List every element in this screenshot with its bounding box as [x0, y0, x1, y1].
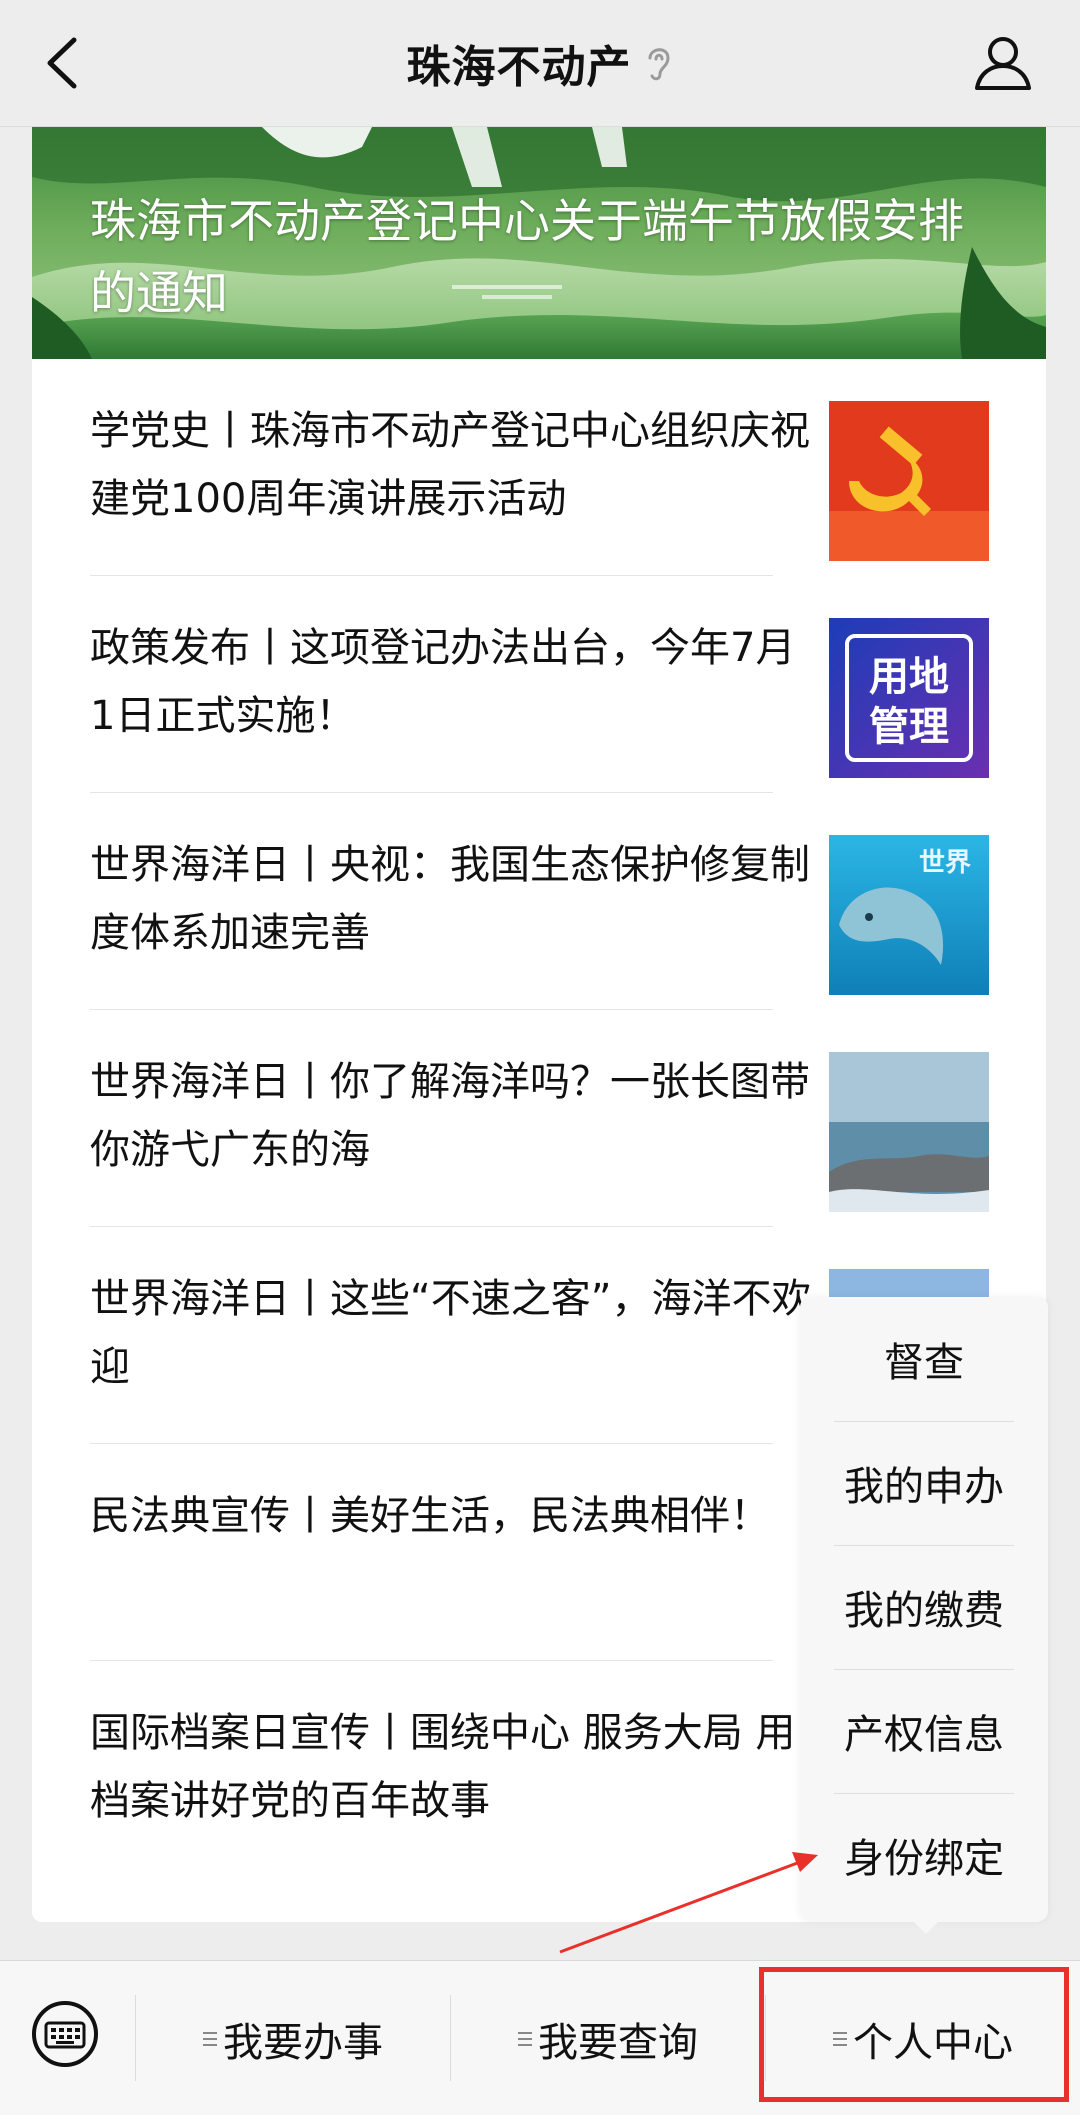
submenu-indicator-icon [833, 2028, 847, 2050]
land-management-thumb: 用地 管理 [829, 618, 989, 778]
list-item[interactable]: 学党史丨珠海市不动产登记中心组织庆祝建党100周年演讲展示活动 [32, 359, 1046, 576]
article-title: 学党史丨珠海市不动产登记中心组织庆祝建党100周年演讲展示活动 [90, 408, 810, 522]
banner-article[interactable]: 珠海市不动产登记中心关于端午节放假安排的通知 [32, 127, 1046, 359]
ear-icon [648, 48, 670, 81]
list-item[interactable]: 政策发布丨这项登记办法出台，今年7月1日正式实施！ 用地 管理 [32, 576, 1046, 793]
thumb-text: 世界 [919, 848, 971, 878]
nav-title-group: 珠海不动产 [0, 30, 1080, 96]
thumb-text-line1: 用地 [869, 654, 949, 700]
article-title: 政策发布丨这项登记办法出台，今年7月1日正式实施！ [90, 625, 796, 739]
dolphin-thumb: 世界 [829, 835, 989, 995]
article-title: 世界海洋日丨央视：我国生态保护修复制度体系加速完善 [90, 842, 810, 956]
list-item[interactable]: 世界海洋日丨你了解海洋吗？一张长图带你游弋广东的海 [32, 1010, 1046, 1227]
popup-caret [912, 1920, 940, 1934]
menu-button-label: 个人中心 [853, 2019, 1013, 2066]
bottom-menu-bar: 我要办事 我要查询 个人中心 [0, 1960, 1080, 2115]
menu-button-label: 我要办事 [223, 2019, 383, 2066]
keyboard-icon[interactable] [30, 1999, 100, 2069]
article-title: 民法典宣传丨美好生活，民法典相伴！ [90, 1493, 770, 1539]
top-nav-bar: 珠海不动产 [0, 0, 1080, 127]
user-profile-icon[interactable] [972, 32, 1034, 94]
coast-thumb [829, 1052, 989, 1212]
menu-item-supervision[interactable]: 督查 [834, 1297, 1014, 1421]
article-title: 国际档案日宣传丨围绕中心 服务大局 用档案讲好党的百年故事 [90, 1710, 796, 1824]
menu-button-personal-center[interactable]: 个人中心 [766, 1961, 1080, 2115]
article-title: 世界海洋日丨你了解海洋吗？一张长图带你游弋广东的海 [90, 1059, 810, 1173]
menu-item-property-info[interactable]: 产权信息 [834, 1669, 1014, 1793]
thumb-text-line2: 管理 [869, 704, 949, 750]
menu-button-label: 我要查询 [538, 2019, 698, 2066]
menu-button-services[interactable]: 我要办事 [136, 1961, 450, 2115]
submenu-indicator-icon [203, 2028, 217, 2050]
personal-center-popup-menu: 督查 我的申办 我的缴费 产权信息 身份绑定 [800, 1297, 1048, 1921]
party-emblem-thumb [829, 401, 989, 561]
submenu-indicator-icon [518, 2028, 532, 2050]
banner-title: 珠海市不动产登记中心关于端午节放假安排的通知 [90, 194, 964, 320]
page-title: 珠海不动产 [406, 42, 632, 93]
list-item[interactable]: 世界海洋日丨央视：我国生态保护修复制度体系加速完善 世界 [32, 793, 1046, 1010]
menu-item-my-payments[interactable]: 我的缴费 [834, 1545, 1014, 1669]
menu-item-my-applications[interactable]: 我的申办 [834, 1421, 1014, 1545]
menu-item-identity-binding[interactable]: 身份绑定 [834, 1793, 1014, 1917]
menu-button-query[interactable]: 我要查询 [451, 1961, 765, 2115]
article-title: 世界海洋日丨这些“不速之客”，海洋不欢迎 [90, 1276, 812, 1390]
